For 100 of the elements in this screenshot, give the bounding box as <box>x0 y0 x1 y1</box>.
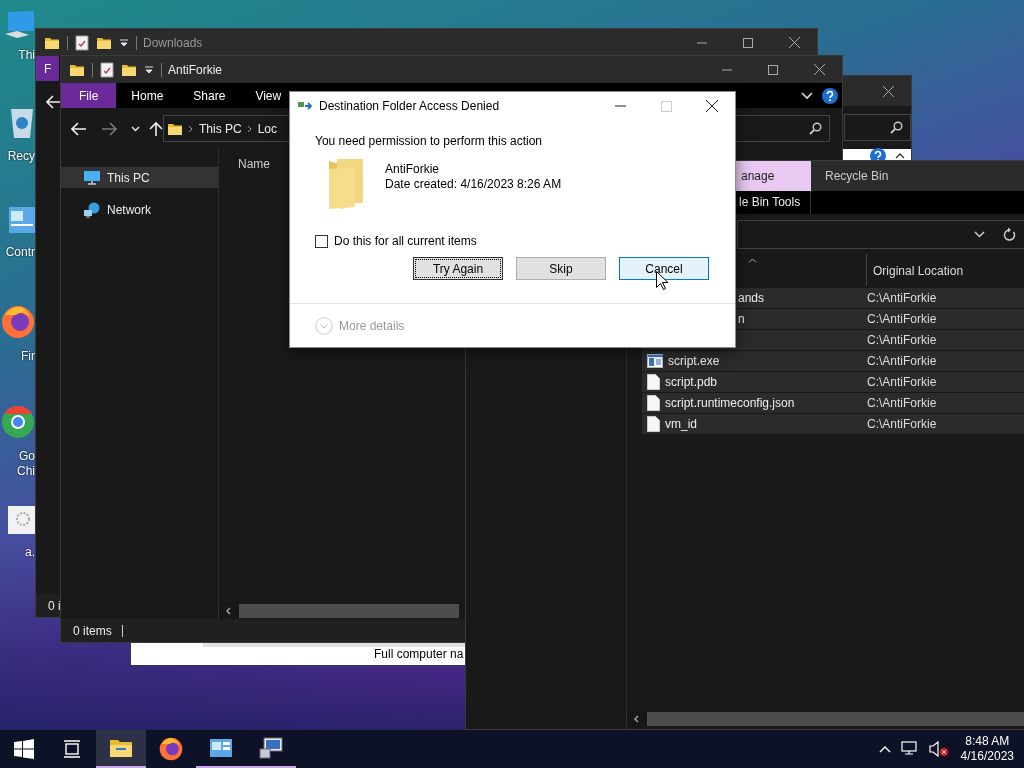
ribbon-tab[interactable]: Home <box>116 83 179 108</box>
window-title: Downloads <box>143 35 203 50</box>
monitor-icon[interactable] <box>5 10 35 38</box>
application-icon <box>647 354 663 368</box>
navigation-item[interactable]: Network <box>61 199 218 220</box>
customize-dropdown-icon[interactable] <box>144 64 154 75</box>
file-row[interactable]: vm_id C:\AntiForkie <box>642 414 1024 434</box>
close-icon <box>788 37 800 48</box>
file-tab[interactable]: File <box>61 83 117 108</box>
taskbar-app-button[interactable] <box>96 730 146 768</box>
customize-dropdown-icon[interactable] <box>119 37 129 48</box>
original-location: C:\AntiForkie <box>867 312 937 326</box>
scrollbar-thumb[interactable] <box>239 604 459 618</box>
maximize-icon <box>743 37 753 48</box>
recent-locations-chevron-icon[interactable] <box>131 125 140 132</box>
file-tab[interactable]: F <box>36 56 60 81</box>
original-location: C:\AntiForkie <box>867 417 937 431</box>
dialog-button[interactable]: Try Again <box>413 257 503 280</box>
up-arrow-icon[interactable] <box>149 120 163 137</box>
dialog-button[interactable]: Cancel <box>619 257 709 280</box>
checkbox-label[interactable]: Do this for all current items <box>334 234 477 248</box>
status-text: 0 i <box>48 598 61 613</box>
show-hidden-icons-caret-icon[interactable] <box>878 745 891 753</box>
breadcrumb-chevron-icon[interactable] <box>188 124 194 133</box>
file-transfer-icon <box>298 101 314 111</box>
firefox-icon[interactable] <box>1 305 35 339</box>
ribbon-tab[interactable]: Share <box>178 83 241 108</box>
file-name: ands <box>738 291 765 305</box>
maximize-icon <box>768 64 778 75</box>
sort-ascending-caret-icon <box>748 258 757 263</box>
close-icon <box>813 64 825 75</box>
desktop-icon-label[interactable]: Go Chi <box>17 449 35 479</box>
file-row[interactable]: script.runtimeconfig.json C:\AntiForkie <box>642 393 1024 413</box>
control-panel-icon[interactable] <box>7 205 35 235</box>
document-icon[interactable] <box>7 505 35 535</box>
dialog-button[interactable]: Skip <box>516 257 606 280</box>
folder-icon <box>109 738 133 758</box>
maximize-icon <box>660 100 672 112</box>
expand-chevron-icon <box>315 316 333 335</box>
column-header[interactable]: Name <box>238 157 270 171</box>
breadcrumb-item[interactable]: This PC <box>199 121 242 136</box>
computer-monitor-icon <box>259 737 283 759</box>
original-location: C:\AntiForkie <box>867 375 937 389</box>
window-title: AntiForkie <box>168 62 223 77</box>
search-icon <box>890 121 903 134</box>
file-name: vm_id <box>665 417 697 431</box>
file-icon <box>647 374 660 390</box>
breadcrumb-item[interactable]: Loc <box>257 121 278 136</box>
chrome-icon[interactable] <box>1 405 35 439</box>
checklist-document-icon <box>75 34 89 51</box>
clock[interactable]: 8:48 AM 4/16/2023 <box>958 734 1024 764</box>
back-arrow-icon[interactable] <box>71 121 87 136</box>
close-icon <box>882 85 894 97</box>
forward-arrow-icon[interactable] <box>101 121 117 136</box>
address-dropdown-chevron-icon[interactable] <box>974 230 985 238</box>
original-location: C:\AntiForkie <box>867 291 937 305</box>
checklist-document-icon <box>100 61 114 78</box>
file-row[interactable]: script.pdb C:\AntiForkie <box>642 372 1024 392</box>
search-icon <box>809 122 822 135</box>
file-name: n <box>738 312 745 326</box>
full-computer-name-label: Full computer na <box>374 647 464 661</box>
file-icon <box>647 395 660 411</box>
help-icon[interactable] <box>822 87 838 104</box>
desktop-icon-label[interactable]: Recy <box>7 149 35 164</box>
collapse-caret-icon[interactable] <box>895 152 905 160</box>
monitor-icon <box>83 169 101 186</box>
file-icon <box>647 416 660 432</box>
status-text: 0 items <box>73 624 123 637</box>
desktop-icon-label[interactable]: Fir <box>21 349 35 364</box>
dialog-message: You need permission to perform this action <box>315 134 543 148</box>
original-location: C:\AntiForkie <box>867 354 937 368</box>
breadcrumb-chevron-icon[interactable] <box>246 124 253 133</box>
navigation-item[interactable]: This PC <box>61 167 218 188</box>
volume-muted-icon[interactable] <box>928 741 949 757</box>
network-icon[interactable] <box>900 741 919 757</box>
file-row[interactable]: script.exe C:\AntiForkie <box>642 351 1024 371</box>
checkbox[interactable] <box>315 234 328 248</box>
minimize-icon <box>614 105 626 107</box>
control-panel-icon <box>209 738 233 758</box>
dialog-title: Destination Folder Access Denied <box>319 99 500 113</box>
file-name: script.runtimeconfig.json <box>665 396 795 410</box>
close-icon <box>706 100 718 112</box>
ribbon-tab[interactable]: Recycle Bin <box>811 161 903 191</box>
task-view-icon <box>62 740 82 758</box>
search-field[interactable] <box>844 114 911 141</box>
original-location: C:\AntiForkie <box>867 333 937 347</box>
network-globe-icon <box>83 201 101 218</box>
file-name: script.pdb <box>665 375 718 389</box>
column-header[interactable]: Original Location <box>873 264 964 278</box>
refresh-icon[interactable] <box>1003 227 1016 241</box>
expand-ribbon-chevron-icon[interactable] <box>801 91 813 100</box>
desktop-icon-label[interactable]: Thi <box>18 48 35 63</box>
back-arrow-icon[interactable] <box>46 94 62 109</box>
original-location: C:\AntiForkie <box>867 396 937 410</box>
folder-name: AntiForkie <box>385 161 441 176</box>
pointer-cursor-icon <box>656 271 668 290</box>
desktop-icon-label[interactable]: a. <box>25 545 35 560</box>
windows-logo-icon <box>14 739 34 759</box>
desktop-icon-label[interactable]: Contr <box>5 245 35 260</box>
firefox-icon <box>159 737 183 761</box>
